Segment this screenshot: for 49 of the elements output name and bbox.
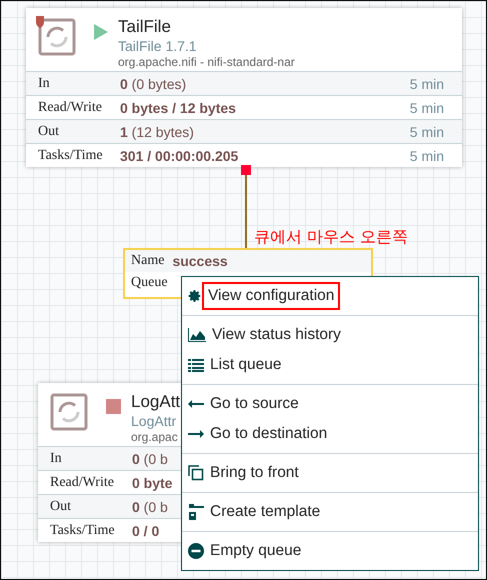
menu-item[interactable]: Create template <box>182 497 478 527</box>
stat-value: 0 (0 b <box>132 498 168 514</box>
stat-value: 0 bytes / 12 bytes <box>120 100 236 116</box>
stat-label: Read/Write <box>50 474 115 490</box>
minus-circle-icon <box>188 543 204 559</box>
stat-label: In <box>38 76 51 92</box>
processor-bundle: org.apache.nifi - nifi-standard-nar <box>118 55 295 70</box>
stat-label: Out <box>38 124 60 140</box>
processor-icon <box>50 394 88 430</box>
overlapping-squares-icon <box>188 465 204 481</box>
left-arrow-icon <box>188 400 204 408</box>
stat-label: Out <box>50 498 72 514</box>
processor-type: TailFile 1.7.1 <box>118 38 198 55</box>
stat-value: 1 (12 bytes) <box>120 124 194 140</box>
stat-window: 5 min <box>410 124 444 140</box>
processor-name: TailFile <box>118 16 171 38</box>
queued-label: Queue <box>131 275 168 291</box>
queue-name-label: Name <box>131 253 164 269</box>
menu-item[interactable]: Go to destination <box>182 419 478 449</box>
queue-name: success <box>172 253 228 269</box>
menu-item[interactable]: Empty queue <box>182 536 478 566</box>
stat-label: Read/Write <box>38 100 103 116</box>
stat-value: 0 byte <box>132 474 172 490</box>
stat-value: 0 (0 bytes) <box>120 76 186 92</box>
annotation-text: 큐에서 마우스 오른쪽 <box>254 227 408 248</box>
right-arrow-icon <box>188 430 204 438</box>
area-chart-icon <box>188 328 206 342</box>
menu-item[interactable]: Go to source <box>182 389 478 419</box>
processor-name: LogAtt <box>131 391 180 413</box>
menu-item[interactable]: View status history <box>182 320 478 350</box>
stat-label: In <box>50 450 63 466</box>
stat-value: 0 / 0 <box>132 522 160 538</box>
stat-label: Tasks/Time <box>38 148 104 164</box>
stat-window: 5 min <box>410 76 444 92</box>
connection-handle[interactable] <box>241 165 251 175</box>
processor-type: LogAttr <box>131 413 178 430</box>
processor-card[interactable]: TailFile TailFile 1.7.1 org.apache.nifi - nifi-standard-nar In 0 (0 bytes) 5 min Read/Write 0 bytes / 12 bytes 5 min Out 1 (12 bytes) 5 min Tasks/Time 301 / 00:00:00.205 5 min <box>26 8 462 167</box>
stat-value: 301 / 00:00:00.205 <box>120 148 238 164</box>
processor-icon <box>38 18 76 56</box>
template-icon <box>188 504 204 520</box>
stat-label: Tasks/Time <box>50 522 116 538</box>
menu-item[interactable]: Bring to front <box>182 458 478 488</box>
stat-value: 0 (0 b <box>132 450 168 466</box>
stat-window: 5 min <box>410 148 444 164</box>
menu-item[interactable]: List queue <box>182 350 478 380</box>
stat-window: 5 min <box>410 100 444 116</box>
list-icon <box>188 358 204 372</box>
gear-icon <box>188 289 202 303</box>
processor-bundle: org.apac <box>131 430 179 445</box>
